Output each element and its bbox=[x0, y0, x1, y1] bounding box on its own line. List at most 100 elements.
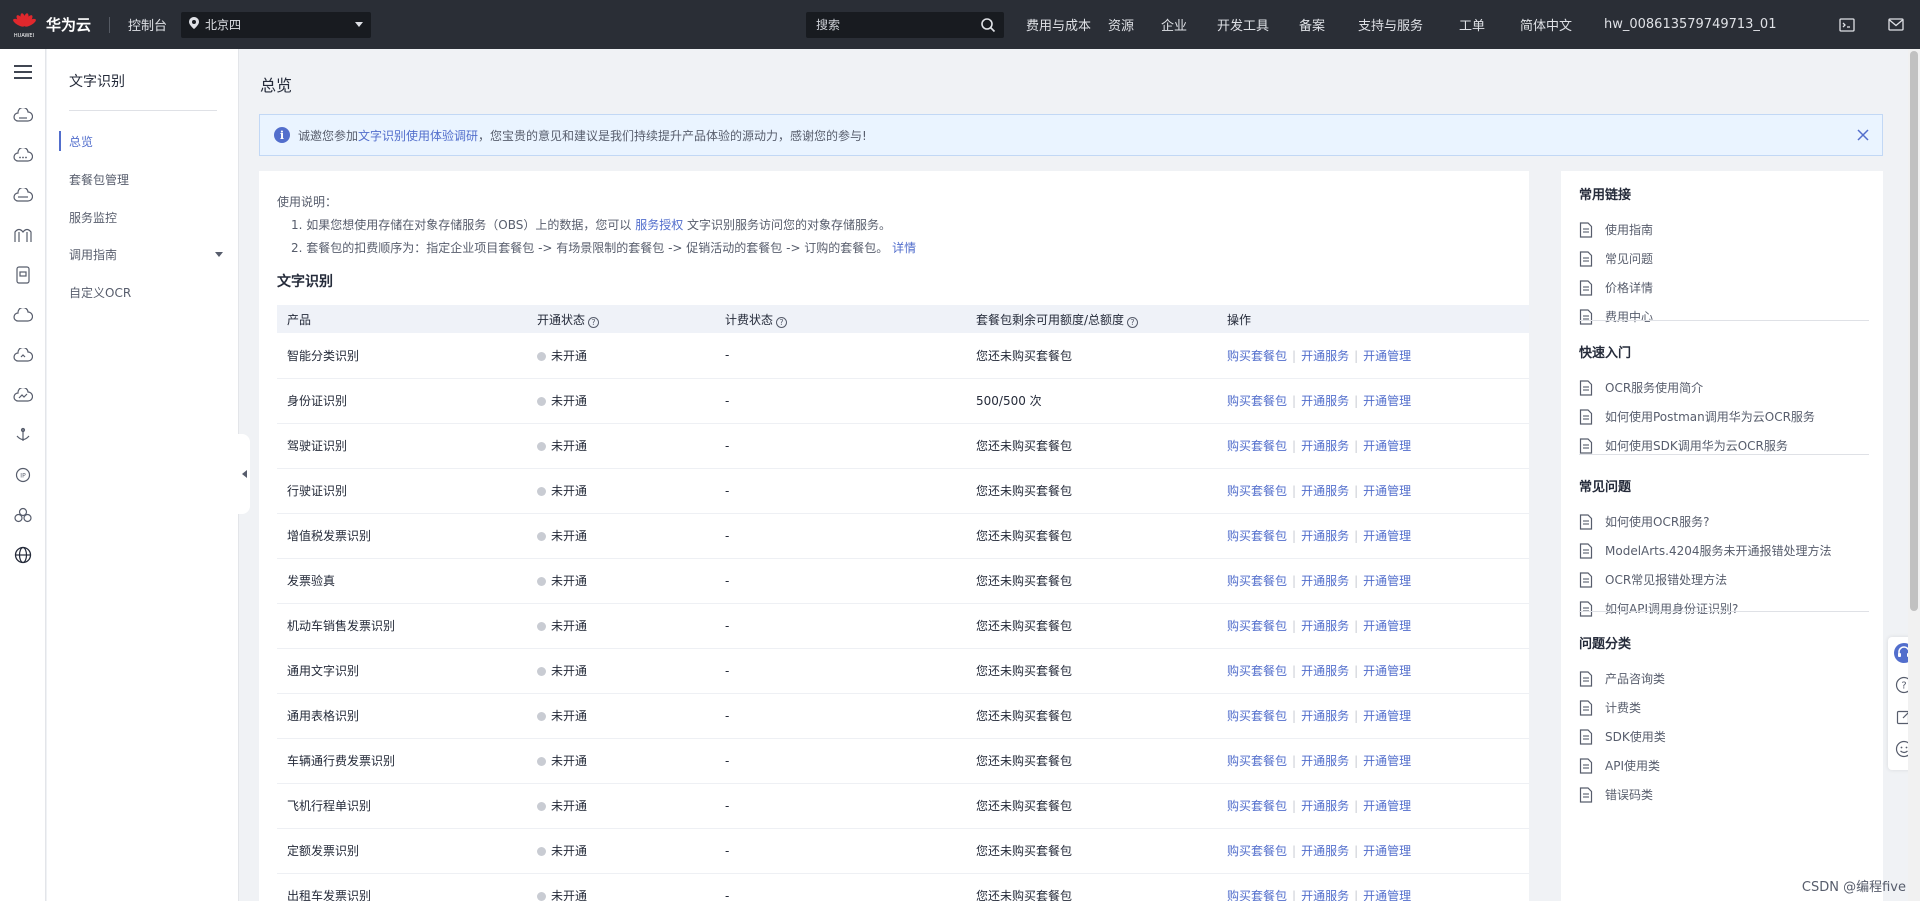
details-link[interactable]: 详情 bbox=[892, 241, 916, 255]
buy-package-link[interactable]: 购买套餐包 bbox=[1227, 889, 1287, 901]
help-link[interactable]: OCR服务使用简介 bbox=[1579, 373, 1869, 402]
buy-package-link[interactable]: 购买套餐包 bbox=[1227, 529, 1287, 543]
database-box-icon[interactable] bbox=[0, 255, 46, 295]
buy-package-link[interactable]: 购买套餐包 bbox=[1227, 844, 1287, 858]
ip-address-icon[interactable]: IP bbox=[0, 455, 46, 495]
open-management-link[interactable]: 开通管理 bbox=[1363, 754, 1411, 768]
nav-billing[interactable]: 费用与成本 bbox=[1026, 15, 1103, 34]
open-service-link[interactable]: 开通服务 bbox=[1301, 799, 1349, 813]
submenu-item-service-monitoring[interactable]: 服务监控 bbox=[69, 209, 117, 226]
nav-language[interactable]: 简体中文 bbox=[1520, 15, 1604, 34]
cluster-icon[interactable] bbox=[0, 495, 46, 535]
open-management-link[interactable]: 开通管理 bbox=[1363, 664, 1411, 678]
buy-package-link[interactable]: 购买套餐包 bbox=[1227, 754, 1287, 768]
help-link[interactable]: 价格详情 bbox=[1579, 273, 1869, 302]
close-icon[interactable] bbox=[1854, 126, 1872, 144]
search-input[interactable] bbox=[816, 18, 976, 32]
nav-resources[interactable]: 资源 bbox=[1108, 15, 1161, 34]
console-link[interactable]: 控制台 bbox=[128, 15, 167, 34]
buy-package-link[interactable]: 购买套餐包 bbox=[1227, 574, 1287, 588]
chevron-down-icon[interactable] bbox=[215, 252, 223, 257]
open-service-link[interactable]: 开通服务 bbox=[1301, 349, 1349, 363]
help-link[interactable]: OCR常见报错处理方法 bbox=[1579, 565, 1869, 594]
open-management-link[interactable]: 开通管理 bbox=[1363, 349, 1411, 363]
help-link[interactable]: 如何使用Postman调用华为云OCR服务 bbox=[1579, 402, 1869, 431]
cloud-icon[interactable] bbox=[0, 295, 46, 335]
anchor-icon[interactable] bbox=[0, 415, 46, 455]
help-link[interactable]: 产品咨询类 bbox=[1579, 664, 1869, 693]
help-link[interactable]: API使用类 bbox=[1579, 751, 1869, 780]
open-service-link[interactable]: 开通服务 bbox=[1301, 709, 1349, 723]
help-link[interactable]: 计费类 bbox=[1579, 693, 1869, 722]
nav-filing[interactable]: 备案 bbox=[1299, 15, 1358, 34]
open-service-link[interactable]: 开通服务 bbox=[1301, 754, 1349, 768]
open-service-link[interactable]: 开通服务 bbox=[1301, 529, 1349, 543]
buy-package-link[interactable]: 购买套餐包 bbox=[1227, 799, 1287, 813]
open-service-link[interactable]: 开通服务 bbox=[1301, 619, 1349, 633]
buy-package-link[interactable]: 购买套餐包 bbox=[1227, 439, 1287, 453]
open-service-link[interactable]: 开通服务 bbox=[1301, 439, 1349, 453]
help-link[interactable]: 如何使用SDK调用华为云OCR服务 bbox=[1579, 431, 1869, 460]
help-link[interactable]: 如何API调用身份证识别? bbox=[1579, 594, 1869, 623]
open-management-link[interactable]: 开通管理 bbox=[1363, 484, 1411, 498]
help-icon[interactable]: ? bbox=[588, 316, 600, 328]
open-service-link[interactable]: 开通服务 bbox=[1301, 574, 1349, 588]
survey-link[interactable]: 文字识别使用体验调研 bbox=[358, 127, 478, 144]
nav-dev-tools[interactable]: 开发工具 bbox=[1217, 15, 1299, 34]
open-management-link[interactable]: 开通管理 bbox=[1363, 619, 1411, 633]
open-management-link[interactable]: 开通管理 bbox=[1363, 394, 1411, 408]
nav-account[interactable]: hw_008613579749713_01 bbox=[1604, 17, 1776, 32]
cloud-storage-icon[interactable] bbox=[0, 175, 46, 215]
buy-package-link[interactable]: 购买套餐包 bbox=[1227, 394, 1287, 408]
search-icon[interactable] bbox=[980, 17, 996, 33]
help-icon[interactable]: ? bbox=[776, 316, 788, 328]
nav-support[interactable]: 支持与服务 bbox=[1358, 15, 1459, 34]
service-authorization-link[interactable]: 服务授权 bbox=[635, 218, 683, 232]
open-management-link[interactable]: 开通管理 bbox=[1363, 439, 1411, 453]
network-bridge-icon[interactable] bbox=[0, 215, 46, 255]
globe-icon[interactable] bbox=[0, 535, 46, 575]
submenu-item-overview[interactable]: 总览 bbox=[69, 133, 93, 150]
open-management-link[interactable]: 开通管理 bbox=[1363, 889, 1411, 901]
help-link[interactable]: 费用中心 bbox=[1579, 302, 1869, 331]
buy-package-link[interactable]: 购买套餐包 bbox=[1227, 619, 1287, 633]
huawei-cloud-logo[interactable]: HUAWEI 华为云 bbox=[0, 0, 109, 49]
open-management-link[interactable]: 开通管理 bbox=[1363, 574, 1411, 588]
region-select[interactable]: 北京四 bbox=[181, 11, 372, 38]
open-management-link[interactable]: 开通管理 bbox=[1363, 529, 1411, 543]
help-link[interactable]: SDK使用类 bbox=[1579, 722, 1869, 751]
open-management-link[interactable]: 开通管理 bbox=[1363, 709, 1411, 723]
buy-package-link[interactable]: 购买套餐包 bbox=[1227, 664, 1287, 678]
submenu-item-package-management[interactable]: 套餐包管理 bbox=[69, 171, 129, 188]
cloud-dots-icon[interactable] bbox=[0, 135, 46, 175]
submenu-item-custom-ocr[interactable]: 自定义OCR bbox=[69, 284, 131, 301]
menu-hamburger-icon[interactable] bbox=[0, 49, 46, 95]
open-management-link[interactable]: 开通管理 bbox=[1363, 844, 1411, 858]
terminal-icon[interactable] bbox=[1822, 0, 1871, 49]
buy-package-link[interactable]: 购买套餐包 bbox=[1227, 709, 1287, 723]
buy-package-link[interactable]: 购买套餐包 bbox=[1227, 484, 1287, 498]
open-service-link[interactable]: 开通服务 bbox=[1301, 394, 1349, 408]
open-service-link[interactable]: 开通服务 bbox=[1301, 889, 1349, 901]
cloud-monitor-icon[interactable] bbox=[0, 375, 46, 415]
collapse-sidebar-button[interactable] bbox=[238, 434, 250, 514]
nav-tickets[interactable]: 工单 bbox=[1459, 15, 1520, 34]
help-link[interactable]: ModelArts.4204服务未开通报错处理方法 bbox=[1579, 536, 1869, 565]
nav-enterprise[interactable]: 企业 bbox=[1161, 15, 1217, 34]
open-management-link[interactable]: 开通管理 bbox=[1363, 799, 1411, 813]
help-link[interactable]: 如何使用OCR服务? bbox=[1579, 507, 1869, 536]
submenu-item-call-guide[interactable]: 调用指南 bbox=[69, 246, 117, 263]
buy-package-link[interactable]: 购买套餐包 bbox=[1227, 349, 1287, 363]
help-icon[interactable]: ? bbox=[1127, 316, 1139, 328]
open-service-link[interactable]: 开通服务 bbox=[1301, 664, 1349, 678]
help-link[interactable]: 错误码类 bbox=[1579, 780, 1869, 809]
help-link[interactable]: 使用指南 bbox=[1579, 215, 1869, 244]
open-service-link[interactable]: 开通服务 bbox=[1301, 484, 1349, 498]
mail-icon[interactable] bbox=[1871, 0, 1920, 49]
scrollbar-thumb[interactable] bbox=[1910, 51, 1918, 611]
cloud-upload-icon[interactable] bbox=[0, 335, 46, 375]
open-service-link[interactable]: 开通服务 bbox=[1301, 844, 1349, 858]
page-scrollbar[interactable] bbox=[1908, 49, 1920, 901]
help-link[interactable]: 常见问题 bbox=[1579, 244, 1869, 273]
ecs-cloud-icon[interactable] bbox=[0, 95, 46, 135]
